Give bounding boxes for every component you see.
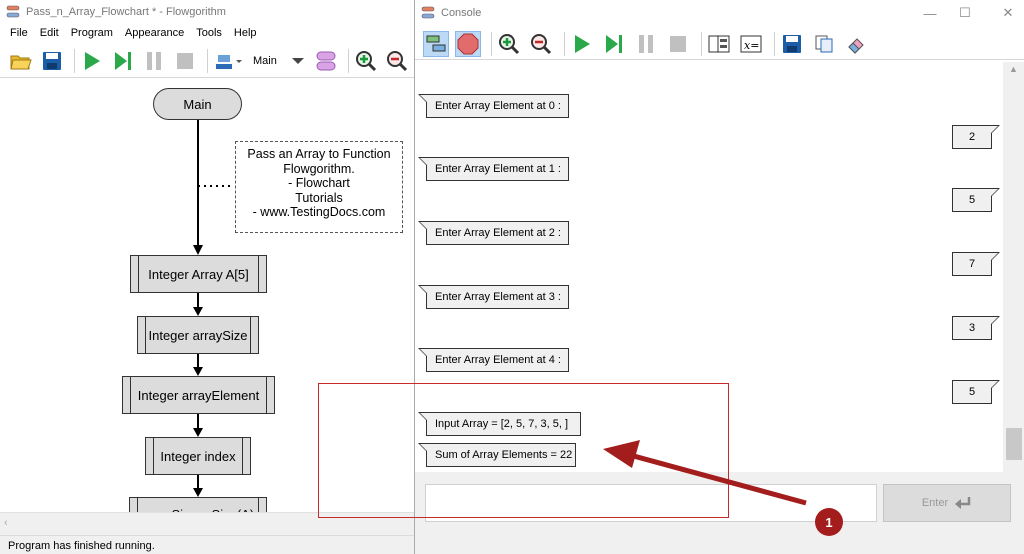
annotation-number-badge: 1 [815,508,843,536]
annotation-arrow [603,440,807,506]
